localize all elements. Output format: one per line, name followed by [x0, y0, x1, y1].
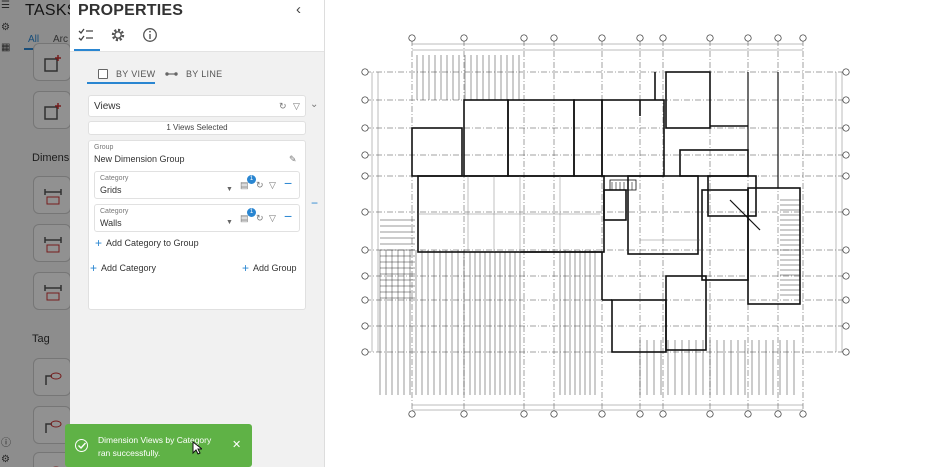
chevron-down-icon[interactable]: ⌄ [310, 99, 318, 110]
chevron-left-icon[interactable]: ‹ [296, 1, 301, 18]
check-circle-icon [75, 439, 88, 452]
active-tab-indicator [74, 49, 100, 51]
add-category-label: Add Category [101, 263, 157, 273]
modal-overlay [0, 0, 70, 467]
plus-icon: + [242, 261, 250, 275]
add-group-button[interactable]: + Add Group [242, 261, 297, 275]
edit-icon[interactable]: ✎ [289, 154, 297, 165]
by-view-indicator [87, 82, 155, 84]
count-badge: 1 [247, 175, 256, 184]
properties-title: PROPERTIES [78, 2, 184, 19]
gear-icon[interactable] [110, 27, 130, 47]
square-icon [98, 69, 108, 79]
views-label: Views [94, 101, 121, 112]
by-line-toggle[interactable]: BY LINE [165, 60, 222, 88]
count-badge: 1 [247, 208, 256, 217]
properties-body: BY VIEW BY LINE Views ↻ ▽ ⌄ 1 Views Sele… [70, 52, 324, 467]
filter-icon[interactable]: ▽ [269, 213, 276, 224]
remove-icon[interactable]: − [284, 175, 292, 191]
minus-icon[interactable]: − [311, 196, 318, 210]
properties-icon-tabs [70, 24, 324, 52]
checklist-icon[interactable] [78, 27, 98, 47]
plus-icon: + [95, 236, 103, 250]
dropdown-arrow-icon[interactable]: ▼ [226, 219, 233, 226]
drawing-canvas[interactable] [326, 0, 925, 467]
add-category-button[interactable]: + Add Category [90, 261, 157, 275]
category-value: Walls [100, 218, 122, 228]
views-header[interactable]: Views ↻ ▽ [88, 95, 306, 117]
filter-icon[interactable]: ▽ [293, 101, 300, 112]
add-group-label: Add Group [253, 263, 297, 273]
close-icon[interactable]: ✕ [232, 438, 241, 451]
views-selected-indicator[interactable]: 1 Views Selected [88, 121, 306, 135]
refresh-icon[interactable]: ↻ [279, 101, 287, 112]
group-name[interactable]: New Dimension Group [94, 154, 185, 164]
category-label: Category [100, 175, 129, 182]
success-toast: Dimension Views by Category ran successf… [65, 424, 252, 467]
category-select-grids[interactable]: Category Grids ▼ ▤ 1 ↻ ▽ − [94, 171, 300, 199]
category-label: Category [100, 208, 129, 215]
by-view-label: BY VIEW [116, 69, 156, 79]
group-label: Group [94, 144, 114, 151]
properties-header: PROPERTIES ‹ [70, 0, 324, 22]
properties-panel: PROPERTIES ‹ BY VIEW BY LINE Views ↻ ▽ ⌄… [70, 0, 325, 467]
remove-icon[interactable]: − [284, 208, 292, 224]
filter-icon[interactable]: ▽ [269, 180, 276, 191]
tasks-pane: ☰ ⚙ ▦ ⓘ ⚙ TASKS All Arc Dimensi Tag [0, 0, 70, 467]
mouse-cursor-icon [192, 441, 202, 455]
refresh-icon[interactable]: ↻ [256, 180, 264, 191]
plus-icon: + [90, 261, 98, 275]
line-icon [165, 72, 178, 76]
info-icon[interactable] [142, 27, 162, 47]
floor-plan-drawing[interactable] [326, 0, 925, 467]
app-window: ☰ ⚙ ▦ ⓘ ⚙ TASKS All Arc Dimensi Tag PROP… [0, 0, 925, 467]
category-value: Grids [100, 185, 122, 195]
add-category-to-group-button[interactable]: + Add Category to Group [95, 236, 199, 250]
dimension-group: Group New Dimension Group ✎ Category Gri… [88, 140, 306, 310]
add-category-to-group-label: Add Category to Group [106, 238, 199, 248]
by-line-label: BY LINE [186, 69, 223, 79]
category-select-walls[interactable]: Category Walls ▼ ▤ 1 ↻ ▽ − [94, 204, 300, 232]
dropdown-arrow-icon[interactable]: ▼ [226, 186, 233, 193]
refresh-icon[interactable]: ↻ [256, 213, 264, 224]
